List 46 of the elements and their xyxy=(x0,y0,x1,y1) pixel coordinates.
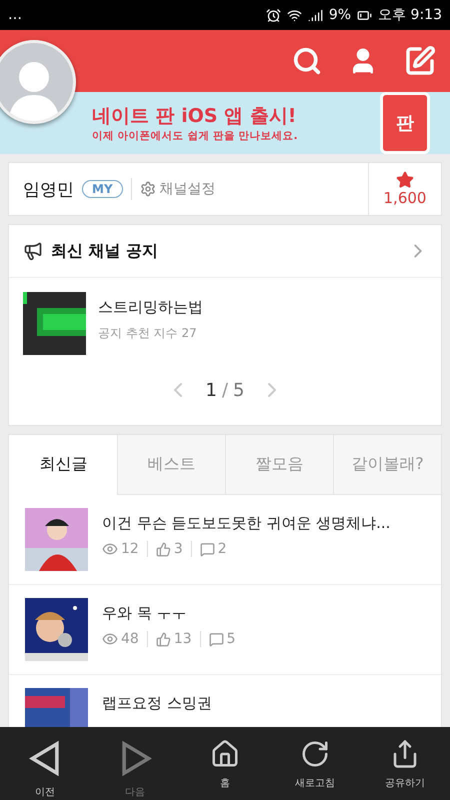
comment-count: 5 xyxy=(226,631,236,647)
gear-icon xyxy=(140,181,156,197)
status-text: … xyxy=(8,7,22,23)
clock: 오후 9:13 xyxy=(378,6,442,24)
post-title[interactable]: 이건 무슨 듣도보도못한 귀여운 생명체냐... xyxy=(102,514,390,533)
page-total: 5 xyxy=(233,380,244,400)
home-icon xyxy=(210,739,240,769)
nav-button[interactable]: 새로고침 xyxy=(270,727,360,800)
notice-post-title[interactable]: 스트리밍하는법 xyxy=(98,298,203,317)
view-count: 12 xyxy=(121,541,139,557)
like-count: 13 xyxy=(174,631,192,647)
notice-post-meta: 공지 추천 지수 27 xyxy=(98,325,198,342)
nav-button[interactable]: 홈 xyxy=(180,727,270,800)
post-title[interactable]: 우와 목 ㅜㅜ xyxy=(102,604,236,623)
signal-icon xyxy=(308,8,323,22)
banner[interactable]: 네이트 판 iOS 앱 출시! 이제 아이폰에서도 쉽게 판을 만나보세요. 판 xyxy=(0,92,450,154)
comment-icon xyxy=(208,632,224,646)
compose-button[interactable] xyxy=(404,45,436,77)
phone-badge: 판 xyxy=(380,92,430,154)
search-button[interactable] xyxy=(292,46,322,76)
channel-name: 임영민 xyxy=(23,178,74,200)
thumbs-up-icon xyxy=(156,632,171,646)
page-number: 1 xyxy=(206,380,217,400)
channel-settings-link[interactable]: 채널설정 xyxy=(140,180,216,198)
notice-title: 최신 채널 공지 xyxy=(51,240,160,262)
my-tag: MY xyxy=(82,180,123,198)
eye-icon xyxy=(102,541,118,557)
nav-button[interactable]: 공유하기 xyxy=(360,727,450,800)
view-count: 48 xyxy=(121,631,139,647)
eye-icon xyxy=(102,631,118,647)
star-icon xyxy=(396,171,414,189)
post-title[interactable]: 랩프요정 스밍권 xyxy=(102,694,212,713)
like-count: 3 xyxy=(174,541,183,557)
banner-title: 네이트 판 iOS 앱 출시! xyxy=(92,104,298,129)
star-count: 1,600 xyxy=(384,189,426,207)
megaphone-icon xyxy=(23,241,43,261)
thumbs-up-icon xyxy=(156,542,171,556)
page-separator: / xyxy=(222,380,228,400)
wifi-icon xyxy=(286,8,302,22)
banner-subtitle: 이제 아이폰에서도 쉽게 판을 만나보세요. xyxy=(92,129,299,143)
nav-button[interactable]: 이전 xyxy=(0,727,90,800)
comment-icon xyxy=(200,542,215,556)
comment-count: 2 xyxy=(218,541,227,557)
battery-percent: 9% xyxy=(328,7,352,23)
alarm-icon xyxy=(266,8,281,22)
refresh-icon xyxy=(300,739,330,769)
